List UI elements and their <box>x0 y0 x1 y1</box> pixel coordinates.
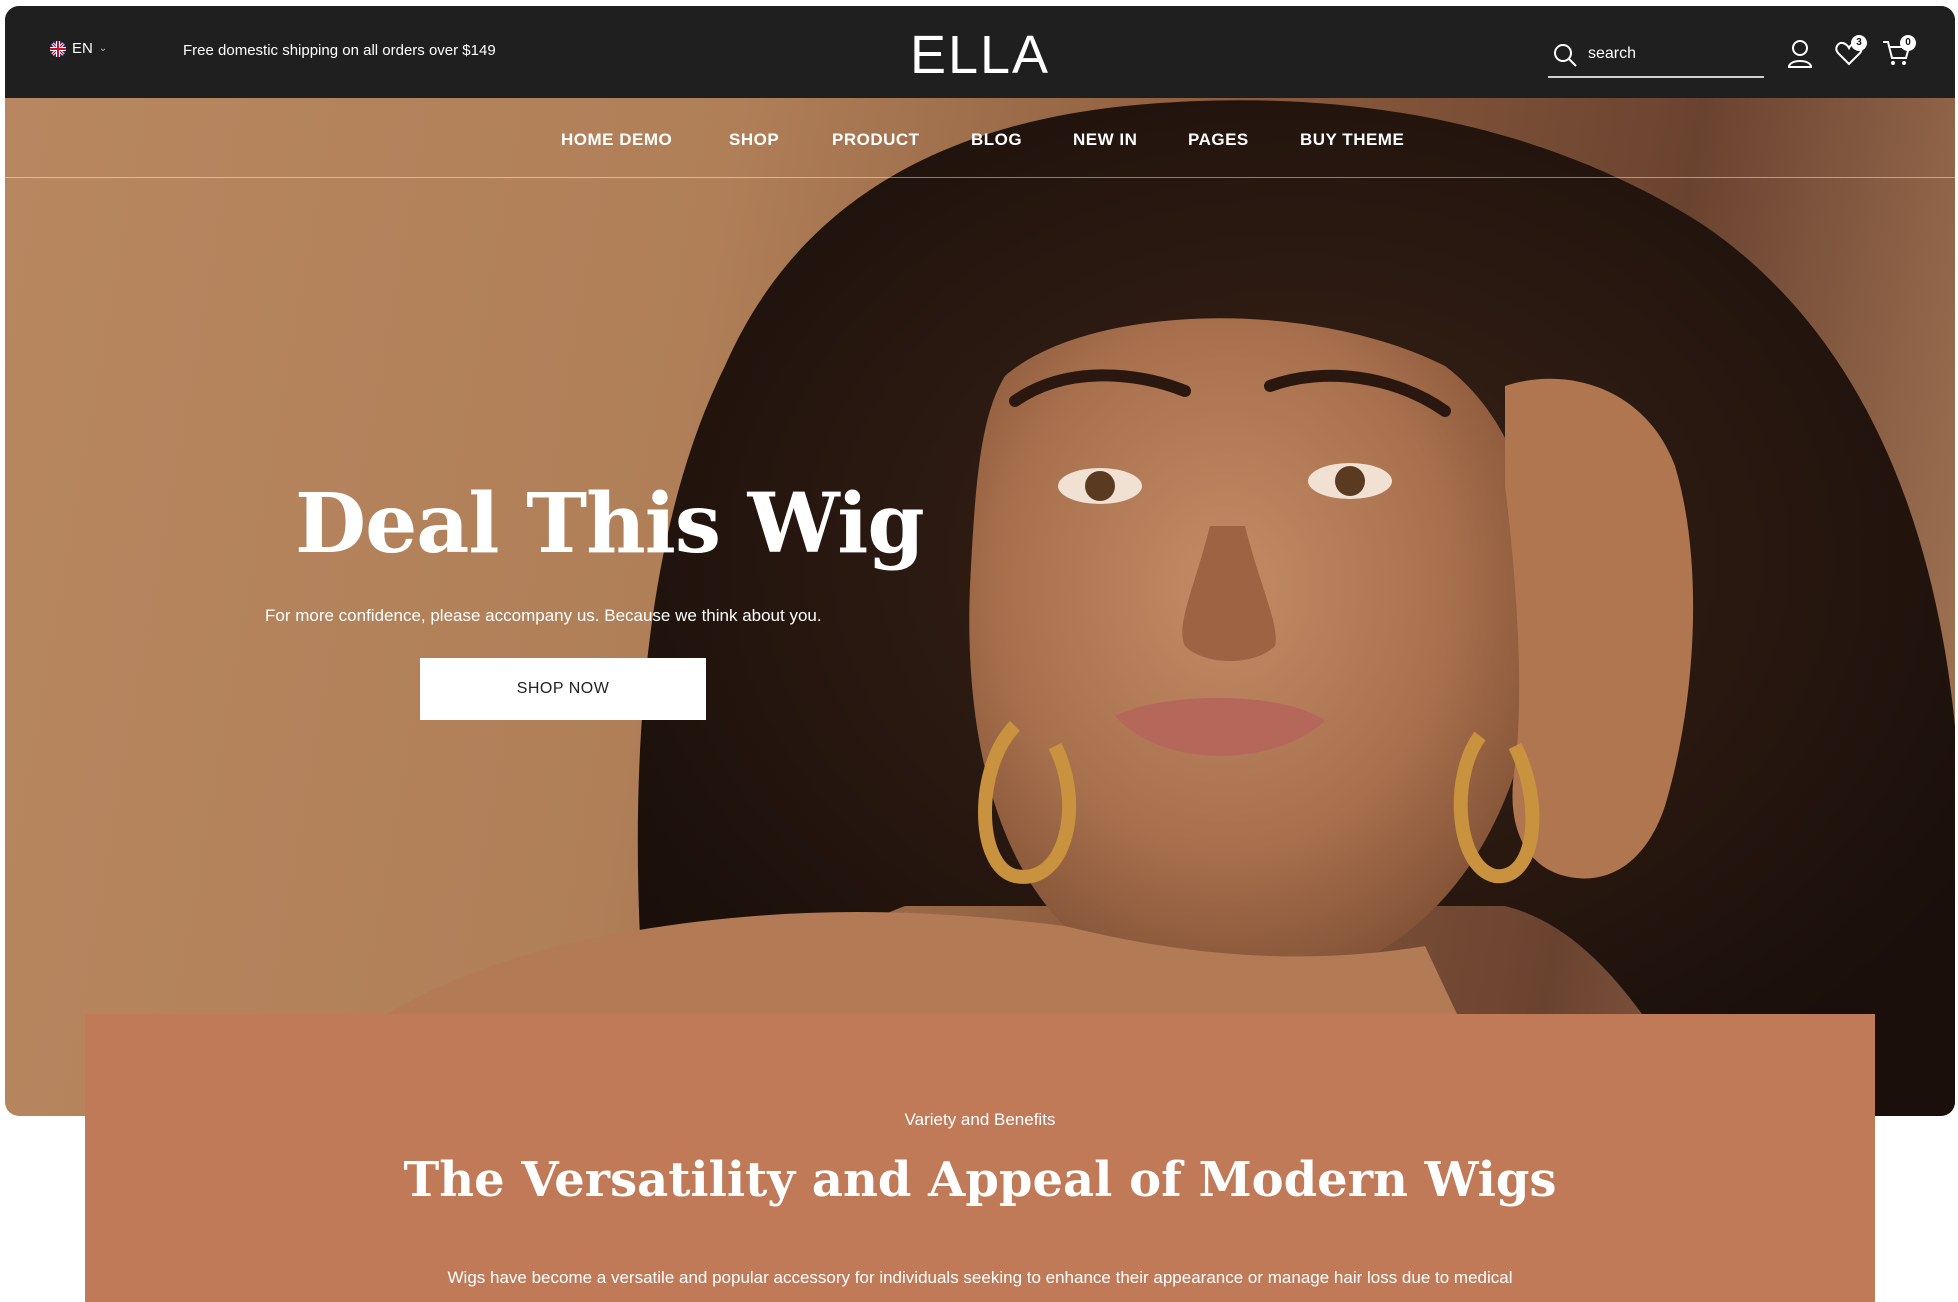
wishlist-button[interactable]: 3 <box>1835 35 1867 69</box>
nav-item-new-in[interactable]: NEW IN <box>1073 130 1137 150</box>
benefits-title: The Versatility and Appeal of Modern Wig… <box>403 1152 1557 1208</box>
benefits-body: Wigs have become a versatile and popular… <box>447 1268 1513 1287</box>
main-nav: HOME DEMO SHOP PRODUCT BLOG NEW IN PAGES… <box>5 98 1955 178</box>
benefits-section: Variety and Benefits The Versatility and… <box>85 1014 1875 1302</box>
shop-now-button[interactable]: SHOP NOW <box>420 658 706 720</box>
nav-item-buy-theme[interactable]: BUY THEME <box>1300 130 1404 150</box>
hero-title: Deal This Wig <box>295 476 925 572</box>
nav-item-blog[interactable]: BLOG <box>971 130 1022 150</box>
search-input[interactable] <box>1588 45 1758 63</box>
cart-button[interactable]: 0 <box>1882 35 1916 69</box>
hero-subtitle: For more confidence, please accompany us… <box>265 606 822 625</box>
top-bar: EN ⌄ Free domestic shipping on all order… <box>5 6 1955 98</box>
nav-item-product[interactable]: PRODUCT <box>832 130 920 150</box>
user-icon[interactable] <box>1787 39 1813 69</box>
search-icon[interactable] <box>1552 42 1578 68</box>
nav-item-pages[interactable]: PAGES <box>1188 130 1249 150</box>
page-frame: EN ⌄ Free domestic shipping on all order… <box>5 6 1955 1116</box>
nav-item-shop[interactable]: SHOP <box>729 130 779 150</box>
wishlist-count: 3 <box>1851 35 1867 51</box>
nav-item-home-demo[interactable]: HOME DEMO <box>561 130 672 150</box>
benefits-kicker: Variety and Benefits <box>904 1110 1056 1129</box>
cart-count: 0 <box>1900 35 1916 51</box>
search-box[interactable] <box>1548 36 1764 78</box>
